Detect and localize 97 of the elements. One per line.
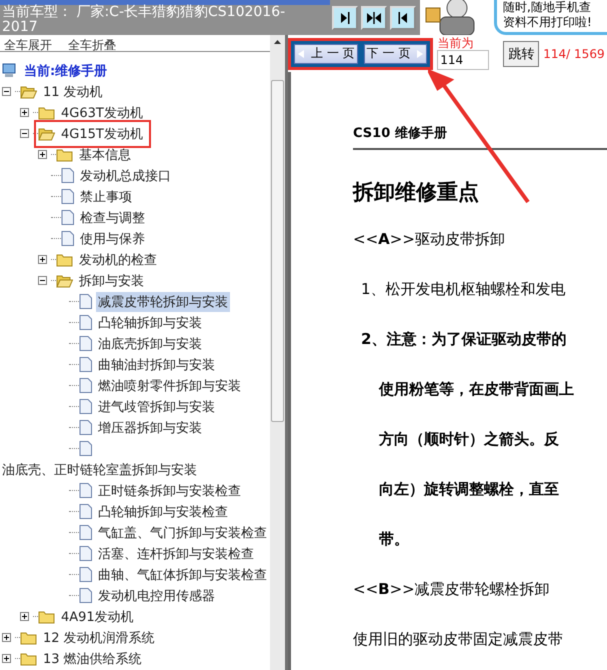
page-count: 114/ 1569 xyxy=(543,46,605,60)
current-page-label: 当前为 xyxy=(437,37,474,50)
computer-icon xyxy=(2,63,16,78)
tree-item[interactable]: 检查与调整 xyxy=(78,208,147,228)
arrow-right-icon xyxy=(339,10,351,24)
folder-icon xyxy=(20,652,37,666)
tree-item[interactable]: 活塞、连杆拆卸与安装检查 xyxy=(96,544,256,564)
collapse-all-button[interactable]: 全车折叠 xyxy=(68,39,116,51)
document-icon xyxy=(79,483,92,498)
tree-item[interactable]: 拆卸与安装 xyxy=(77,270,146,290)
open-folder-icon xyxy=(20,84,37,98)
tree-item[interactable]: 11 发动机 xyxy=(41,82,105,102)
tree-item[interactable]: 4A91发动机 xyxy=(59,606,136,626)
tree-item[interactable]: 凸轮轴拆卸与安装检查 xyxy=(96,502,230,522)
step-text: 2、注意：为了保证驱动皮带的 xyxy=(360,329,568,350)
document-icon xyxy=(79,336,92,351)
panel-toggle-button[interactable] xyxy=(390,6,416,30)
open-folder-icon xyxy=(38,126,55,140)
promo-text: 随时,随地手机查 xyxy=(503,0,592,15)
step-text: 向左）旋转调整螺栓，直至 xyxy=(378,479,560,500)
folder-icon xyxy=(56,148,73,162)
body-text: 使用旧的驱动皮带固定减震皮带 xyxy=(353,629,564,650)
open-folder-icon xyxy=(56,274,73,288)
tree-item[interactable]: 曲轴、气缸体拆卸与安装检查 xyxy=(96,564,269,584)
document-icon xyxy=(79,294,92,309)
tree-item[interactable]: 12 发动机润滑系统 xyxy=(41,628,157,648)
panel-toggle-button[interactable] xyxy=(361,6,387,30)
previous-page-button[interactable]: 上 一 页 xyxy=(294,44,358,64)
document-icon xyxy=(79,504,92,519)
tree-item[interactable]: 燃油喷射零件拆卸与安装 xyxy=(96,376,243,396)
tree-item[interactable]: 减震皮带轮拆卸与安装 xyxy=(96,292,230,312)
step-text: 方向（顺时针）之箭头。反 xyxy=(378,429,560,450)
document-icon xyxy=(79,525,92,540)
expand-icon[interactable] xyxy=(20,108,29,117)
document-icon xyxy=(79,567,92,582)
collapse-icon[interactable] xyxy=(38,276,47,285)
arrows-inward-icon xyxy=(366,10,382,24)
document-icon xyxy=(79,399,92,414)
document-heading: 拆卸维修重点 xyxy=(353,179,480,206)
section-title: <<B>>减震皮带轮螺栓拆卸 xyxy=(353,579,551,600)
expand-icon[interactable] xyxy=(2,633,11,642)
arrow-right-icon xyxy=(416,48,424,58)
document-icon xyxy=(79,588,92,603)
tree-item[interactable]: 4G15T发动机 xyxy=(59,124,145,144)
tree-item[interactable]: 13 燃油供给系统 xyxy=(41,648,144,668)
tree-item[interactable]: 基本信息 xyxy=(77,144,133,164)
tree-item[interactable]: 4G63T发动机 xyxy=(59,102,145,122)
expand-icon[interactable] xyxy=(38,255,47,264)
tree-root-label: 当前:维修手册 xyxy=(24,62,108,80)
document-icon xyxy=(61,210,74,225)
tree-item[interactable]: 发动机的检查 xyxy=(77,250,159,270)
tree-item[interactable]: 发动机总成接口 xyxy=(78,166,173,186)
tree-item[interactable]: 进气歧管拆卸与安装 xyxy=(96,396,217,416)
document-icon xyxy=(79,546,92,561)
tree-item[interactable]: 增压器拆卸与安装 xyxy=(96,418,204,438)
document-icon xyxy=(79,315,92,330)
tree-item[interactable]: 发动机电控用传感器 xyxy=(96,586,217,606)
document-icon xyxy=(79,357,92,372)
tree-item[interactable]: 使用与保养 xyxy=(78,228,147,248)
tree-item[interactable]: 油底壳、正时链轮室盖拆卸与安装 xyxy=(0,460,199,480)
expand-all-button[interactable]: 全车展开 xyxy=(4,39,52,51)
document-icon xyxy=(61,231,74,246)
section-title: <<A>>驱动皮带拆卸 xyxy=(353,229,506,250)
vehicle-title: 2017 xyxy=(2,20,39,35)
folder-icon xyxy=(38,106,55,120)
page-number-field[interactable]: 114 xyxy=(437,50,490,70)
document-icon xyxy=(79,378,92,393)
scrollbar[interactable] xyxy=(270,35,285,670)
expand-icon[interactable] xyxy=(38,150,47,159)
document-icon xyxy=(79,441,92,456)
document-icon xyxy=(61,189,74,204)
scroll-thumb[interactable] xyxy=(271,80,284,422)
expand-icon[interactable] xyxy=(20,612,29,621)
step-text: 1、松开发电机枢轴螺栓和发电 xyxy=(360,279,567,300)
collapse-icon[interactable] xyxy=(20,129,29,138)
arrow-left-icon xyxy=(397,10,409,24)
panel-toggle-button[interactable] xyxy=(332,6,358,30)
tree-item[interactable]: 正时链条拆卸与安装检查 xyxy=(96,480,243,500)
tree-item[interactable]: 气缸盖、气门拆卸与安装检查 xyxy=(96,522,269,542)
jump-button[interactable]: 跳转 xyxy=(503,40,540,66)
tree-item[interactable]: 禁止事项 xyxy=(78,186,134,206)
tree-item[interactable]: 油底壳拆卸与安装 xyxy=(96,334,204,354)
collapse-icon[interactable] xyxy=(2,87,11,96)
folder-icon xyxy=(20,630,37,644)
next-page-button[interactable]: 下 一 页 xyxy=(364,44,428,64)
document-icon xyxy=(61,168,74,183)
arrow-left-icon xyxy=(297,48,305,58)
step-text: 带。 xyxy=(378,529,410,550)
folder-icon xyxy=(38,610,55,624)
promo-text: 资料不用打印啦! xyxy=(503,15,593,30)
step-text: 使用粉笔等，在皮带背面画上 xyxy=(378,379,575,400)
vehicle-title: 当前车型： 厂家:C-长丰猎豹猎豹CS102016- xyxy=(2,5,286,20)
folder-icon xyxy=(56,252,73,266)
tree-item[interactable]: 凸轮轴拆卸与安装 xyxy=(96,312,204,332)
expand-icon[interactable] xyxy=(2,654,11,663)
tree-item[interactable]: 曲轴油封拆卸与安装 xyxy=(96,354,217,374)
document-icon xyxy=(79,420,92,435)
